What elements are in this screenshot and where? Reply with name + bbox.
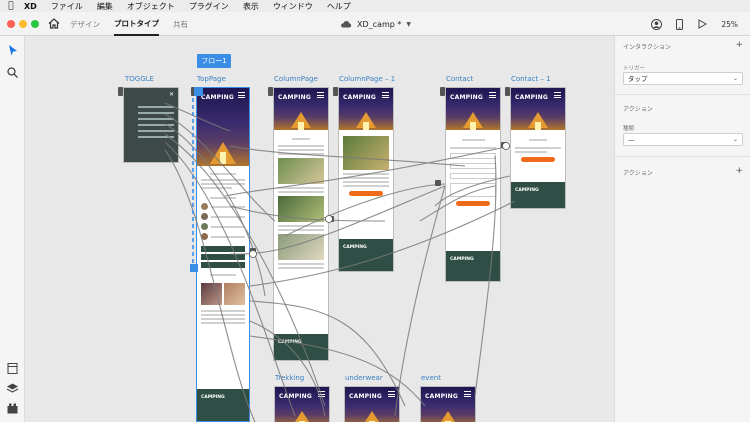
window-controls (7, 20, 39, 28)
left-toolbar (0, 36, 25, 422)
chevron-down-icon: ⌄ (732, 136, 738, 143)
type-section: 種類 (623, 124, 743, 132)
wire[interactable] (164, 113, 276, 222)
wire[interactable] (164, 102, 231, 132)
apple-icon[interactable]:  (0, 1, 22, 11)
type-select[interactable]: — ⌄ (623, 133, 743, 146)
trigger-section: トリガー (623, 64, 743, 72)
wire-arrow-icon[interactable] (249, 250, 257, 258)
action-section-2: アクション + (623, 166, 743, 177)
tab-design[interactable]: デザイン (70, 19, 100, 30)
property-inspector: インタラクション + トリガー タップ ⌄ アクション 種類 — ⌄ アクション… (614, 36, 750, 422)
document-title-area[interactable]: XD_camp * ▼ (340, 12, 411, 36)
chevron-down-icon[interactable]: ▼ (406, 21, 411, 28)
menu-edit[interactable]: 編集 (90, 1, 120, 12)
menu-help[interactable]: ヘルプ (320, 1, 358, 12)
document-assets-icon[interactable] (6, 362, 19, 375)
trigger-value: タップ (628, 75, 648, 83)
interaction-section: インタラクション + (623, 40, 743, 51)
menu-app[interactable]: XD (22, 2, 44, 11)
divider (615, 94, 750, 95)
plugins-icon[interactable] (6, 402, 19, 415)
wire-handle[interactable] (505, 87, 510, 96)
wire[interactable] (284, 183, 446, 237)
wire[interactable] (249, 200, 516, 287)
wire[interactable] (474, 155, 497, 397)
wire-handle[interactable] (333, 87, 338, 96)
select-arrow-icon[interactable] (6, 44, 19, 57)
action-heading: アクション (623, 106, 653, 113)
type-value: — (628, 136, 635, 144)
menu-file[interactable]: ファイル (44, 1, 90, 12)
app-toolbar: デザイン プロトタイプ 共有 XD_camp * ▼ 25% (0, 12, 750, 36)
wire-handle[interactable] (118, 87, 123, 96)
toolbar-right: 25% (651, 12, 738, 36)
type-label: 種類 (623, 126, 635, 132)
action-section: アクション (623, 104, 743, 113)
home-start-marker[interactable] (194, 87, 203, 96)
wire[interactable] (164, 133, 326, 407)
trigger-field: タップ ⌄ (623, 72, 743, 85)
wire[interactable] (249, 320, 326, 417)
menu-plugins[interactable]: プラグイン (182, 1, 236, 12)
zoom-level[interactable]: 25% (721, 20, 738, 29)
prototype-canvas[interactable]: TOGGLE TopPage ColumnPage ColumnPage – 1… (25, 36, 614, 422)
trigger-select[interactable]: タップ ⌄ (623, 72, 743, 85)
trigger-label: トリガー (623, 66, 646, 72)
zoom-window-button[interactable] (31, 20, 39, 28)
zoom-search-icon[interactable] (6, 66, 19, 79)
menu-object[interactable]: オブジェクト (120, 1, 182, 12)
wire-handle[interactable] (440, 87, 445, 96)
interaction-heading: インタラクション (623, 44, 672, 51)
minimize-window-button[interactable] (19, 20, 27, 28)
wire-handle[interactable] (435, 180, 441, 186)
tab-prototype[interactable]: プロトタイプ (114, 12, 159, 36)
wire[interactable] (229, 205, 386, 222)
layers-icon[interactable] (6, 382, 19, 395)
wire[interactable] (249, 335, 426, 407)
wire-arrow-icon[interactable] (325, 215, 333, 223)
add-action-icon[interactable]: + (735, 166, 743, 176)
wire-handle[interactable] (268, 87, 273, 96)
menubar:  XD ファイル 編集 オブジェクト プラグイン 表示 ウィンドウ ヘルプ (0, 0, 750, 12)
divider (615, 156, 750, 157)
chevron-down-icon: ⌄ (732, 75, 738, 82)
mode-tabs: デザイン プロトタイプ 共有 (70, 12, 188, 36)
tab-share[interactable]: 共有 (173, 19, 188, 30)
cloud-icon (341, 21, 352, 28)
action-heading-2: アクション (623, 170, 653, 177)
add-interaction-icon[interactable]: + (735, 40, 743, 50)
menu-window[interactable]: ウィンドウ (266, 1, 320, 12)
close-window-button[interactable] (7, 20, 15, 28)
menu-view[interactable]: 表示 (236, 1, 266, 12)
type-field: — ⌄ (623, 133, 743, 146)
wire[interactable] (434, 175, 511, 207)
wire-arrow-icon[interactable] (502, 142, 510, 150)
wire[interactable] (164, 141, 296, 417)
play-preview-icon[interactable] (697, 19, 708, 29)
user-avatar-icon[interactable] (651, 18, 663, 30)
home-icon[interactable] (48, 18, 60, 29)
wire[interactable] (164, 149, 256, 422)
flow-end-marker[interactable] (190, 264, 198, 272)
prototype-wires (118, 87, 516, 422)
wire[interactable] (164, 123, 266, 297)
document-title: XD_camp * (357, 19, 402, 29)
mobile-preview-icon[interactable] (676, 18, 684, 30)
